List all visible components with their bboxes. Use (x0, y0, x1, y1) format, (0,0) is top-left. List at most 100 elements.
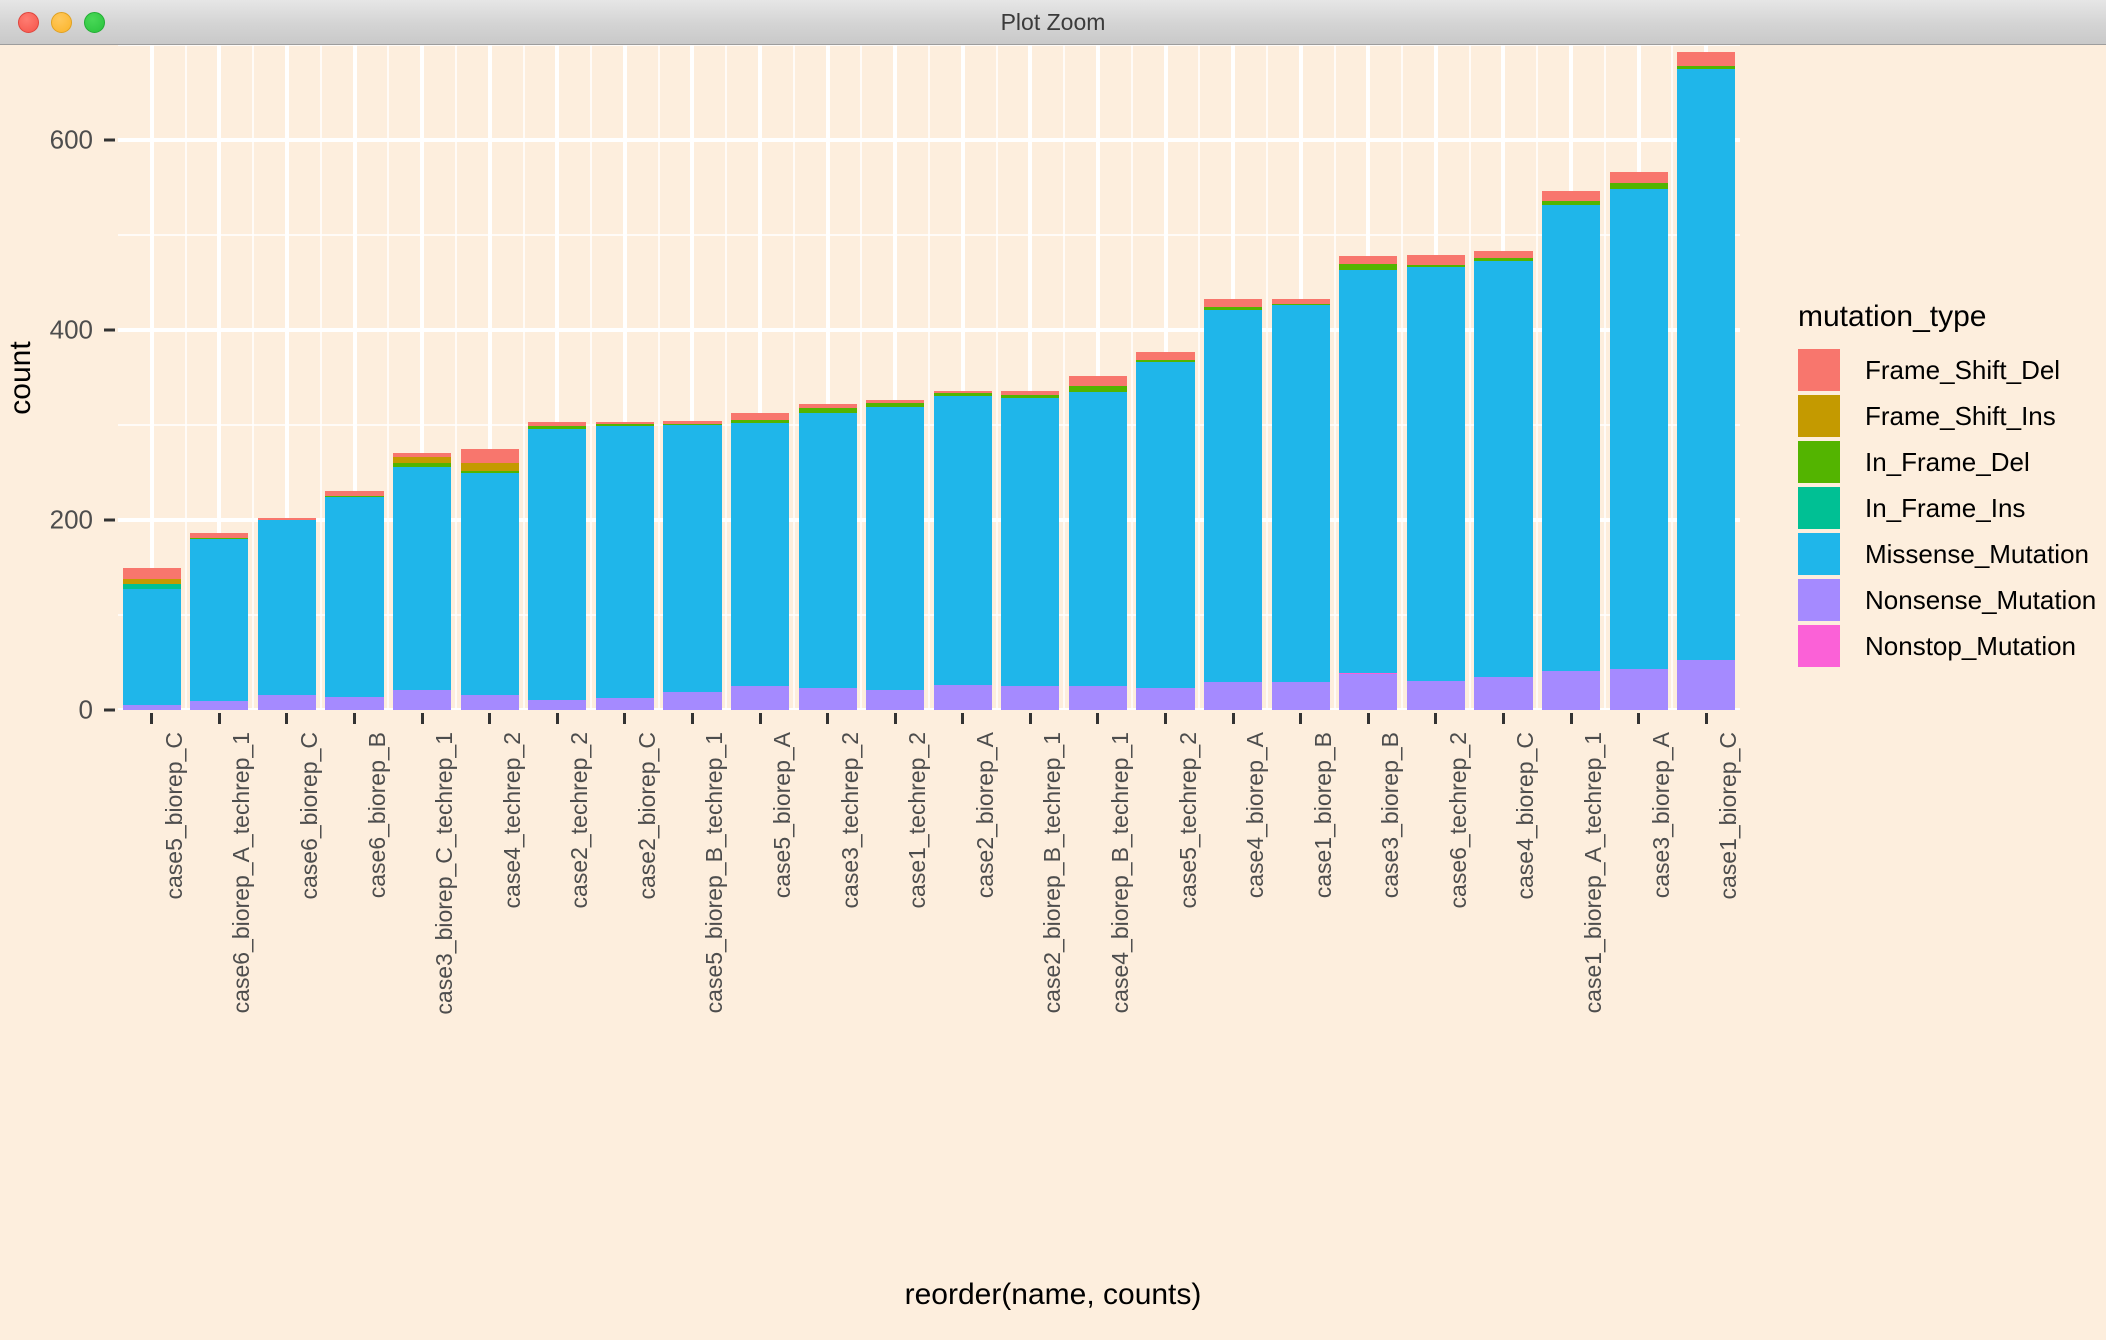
x-tick-label: case4_biorep_B_techrep_1 (1107, 732, 1134, 1013)
x-tick-mark (488, 713, 491, 724)
bar-segment (934, 391, 992, 393)
bar-stack[interactable] (1610, 172, 1668, 710)
bar-segment (393, 457, 451, 463)
x-tick-mark (1164, 713, 1167, 724)
bar-stack[interactable] (1677, 52, 1735, 710)
bar-segment (1272, 305, 1330, 681)
x-tick-mark (1434, 713, 1437, 724)
legend-item[interactable]: Missense_Mutation (1798, 531, 2096, 577)
y-tick-mark (104, 329, 115, 332)
plot-canvas: 0200400600 count case5_biorep_Ccase6_bio… (0, 45, 2106, 1340)
bar-segment (1069, 686, 1127, 710)
bar-segment (123, 584, 181, 590)
bar-segment (596, 698, 654, 710)
x-tick-label: case1_biorep_C (1715, 732, 1742, 900)
x-tick-label: case2_biorep_B_techrep_1 (1039, 732, 1066, 1013)
x-tick-label: case4_biorep_A (1242, 732, 1269, 898)
bar-stack[interactable] (663, 421, 721, 710)
x-tick-mark (1299, 713, 1302, 724)
bar-stack[interactable] (1204, 299, 1262, 710)
bar-stack[interactable] (190, 533, 248, 710)
legend-color-swatch (1798, 395, 1840, 437)
bar-segment (528, 700, 586, 710)
bar-segment (866, 407, 924, 690)
x-tick-label: case3_biorep_A (1648, 732, 1675, 898)
chart-legend: mutation_type Frame_Shift_DelFrame_Shift… (1798, 300, 2096, 669)
x-tick-label: case3_biorep_C_techrep_1 (431, 732, 458, 1015)
x-tick-mark (1029, 713, 1032, 724)
bar-segment (1677, 52, 1735, 66)
bar-segment (596, 424, 654, 426)
legend-item-label: Nonstop_Mutation (1865, 631, 2076, 662)
bar-stack[interactable] (528, 422, 586, 710)
legend-item[interactable]: In_Frame_Ins (1798, 485, 2096, 531)
x-tick-label: case5_techrep_2 (1175, 732, 1202, 908)
bar-segment (123, 589, 181, 705)
bar-stack[interactable] (393, 453, 451, 710)
x-axis-title: reorder(name, counts) (0, 1278, 2106, 1312)
bar-segment (1610, 183, 1668, 190)
x-tick-mark (353, 713, 356, 724)
bar-stack[interactable] (1542, 191, 1600, 710)
x-tick-mark (894, 713, 897, 724)
bar-stack[interactable] (799, 404, 857, 710)
legend-item[interactable]: Nonsense_Mutation (1798, 577, 2096, 623)
bar-segment (934, 685, 992, 710)
bar-stack[interactable] (123, 568, 181, 710)
gridline-minor-vertical (1131, 45, 1133, 710)
gridline-minor-vertical (1536, 45, 1538, 710)
bar-segment (1407, 255, 1465, 265)
x-tick-mark (1232, 713, 1235, 724)
bar-segment (1136, 362, 1194, 688)
bar-stack[interactable] (1001, 391, 1059, 710)
bar-segment (663, 692, 721, 710)
legend-item[interactable]: In_Frame_Del (1798, 439, 2096, 485)
legend-item[interactable]: Frame_Shift_Ins (1798, 393, 2096, 439)
x-tick-label: case1_biorep_B (1310, 732, 1337, 898)
gridline-minor-vertical (1604, 45, 1606, 710)
x-tick-label: case2_biorep_A (972, 732, 999, 898)
bar-stack[interactable] (1474, 251, 1532, 710)
bar-segment (1204, 310, 1262, 682)
x-tick-mark (1367, 713, 1370, 724)
bar-segment (393, 467, 451, 690)
bar-segment (1204, 307, 1262, 310)
bar-stack[interactable] (731, 413, 789, 710)
bar-segment (325, 491, 383, 497)
bar-segment (190, 539, 248, 701)
legend-color-swatch (1798, 441, 1840, 483)
bar-segment (1542, 201, 1600, 205)
gridline-minor-vertical (1401, 45, 1403, 710)
bar-stack[interactable] (1069, 376, 1127, 710)
bar-segment (1001, 395, 1059, 399)
bar-stack[interactable] (258, 518, 316, 710)
chart-panel (118, 45, 1740, 710)
bar-segment (1339, 256, 1397, 264)
bar-segment (1069, 386, 1127, 392)
x-tick-mark (1502, 713, 1505, 724)
bar-stack[interactable] (461, 449, 519, 710)
x-tick-mark (1096, 713, 1099, 724)
bar-segment (1542, 191, 1600, 201)
bar-segment (1474, 251, 1532, 258)
legend-item[interactable]: Nonstop_Mutation (1798, 623, 2096, 669)
legend-item[interactable]: Frame_Shift_Del (1798, 347, 2096, 393)
gridline-minor-vertical (793, 45, 795, 710)
bar-stack[interactable] (1339, 256, 1397, 710)
bar-segment (1069, 392, 1127, 687)
bar-stack[interactable] (866, 400, 924, 710)
bar-stack[interactable] (596, 422, 654, 710)
bar-stack[interactable] (325, 491, 383, 710)
bar-segment (1001, 398, 1059, 686)
bar-segment (258, 518, 316, 520)
y-tick-mark (104, 139, 115, 142)
legend-item-label: Nonsense_Mutation (1865, 585, 2096, 616)
bar-segment (461, 471, 519, 473)
bar-stack[interactable] (1272, 299, 1330, 710)
bar-stack[interactable] (934, 392, 992, 710)
y-tick-label: 200 (13, 505, 93, 536)
bar-stack[interactable] (1407, 255, 1465, 710)
bar-stack[interactable] (1136, 352, 1194, 710)
x-tick-mark (691, 713, 694, 724)
gridline-minor-vertical (996, 45, 998, 710)
